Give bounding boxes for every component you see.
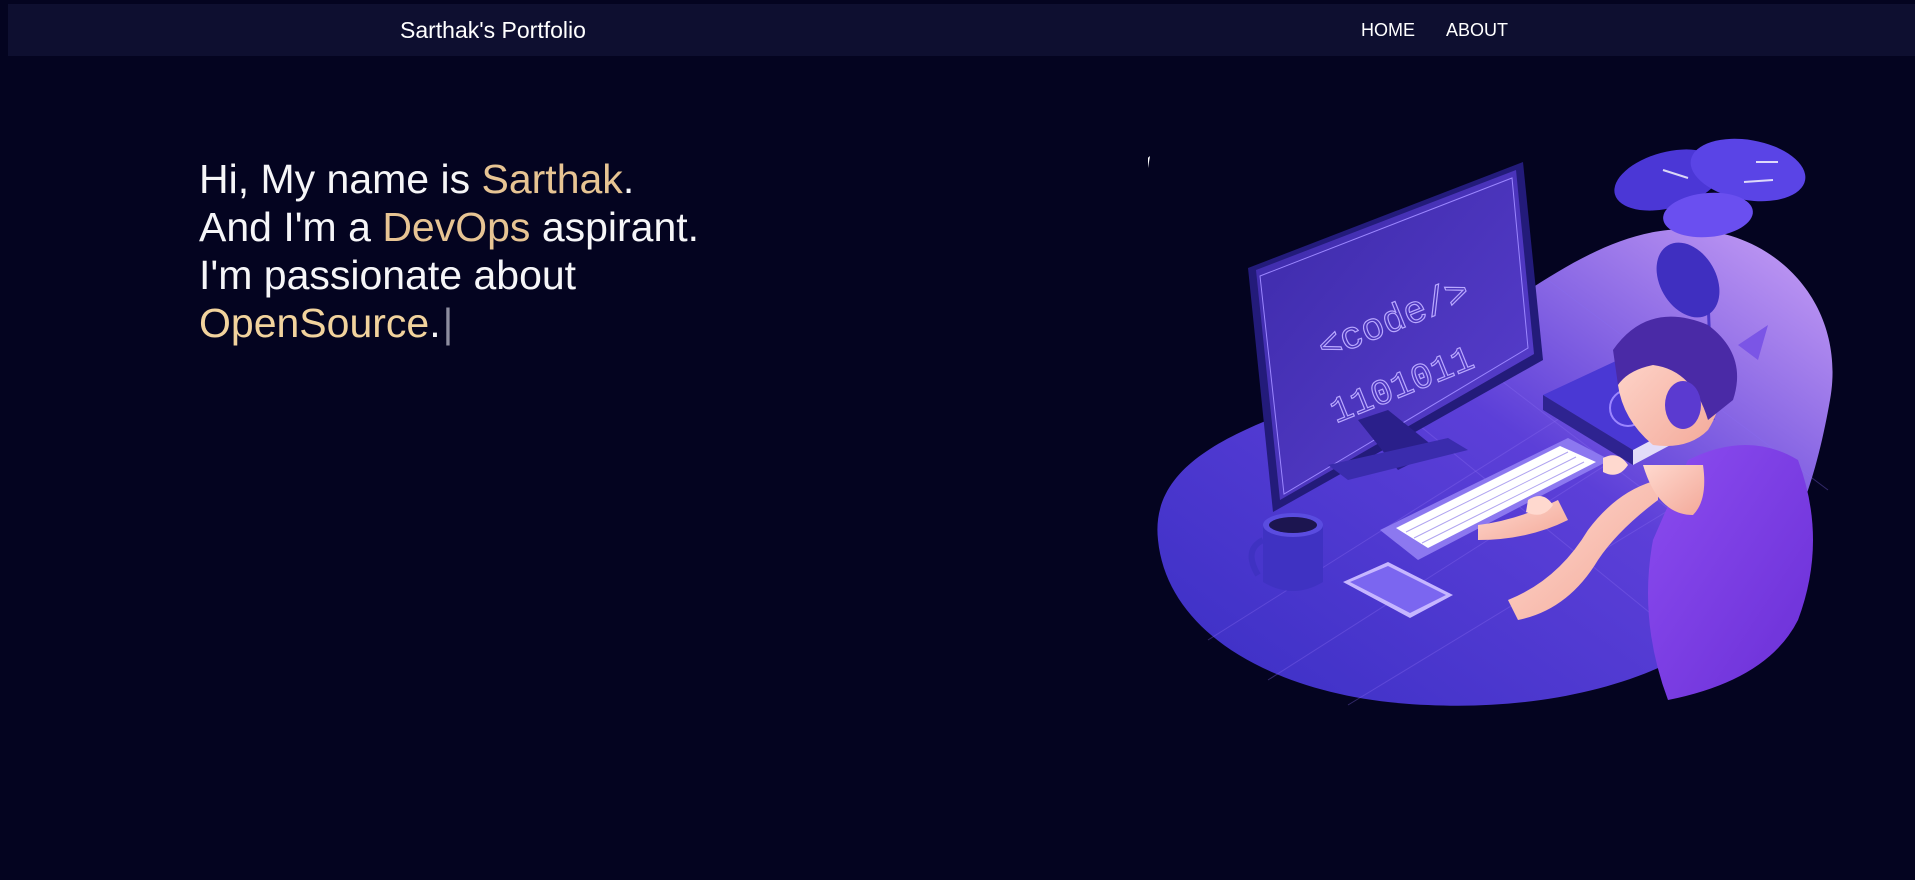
typing-cursor: | bbox=[442, 300, 454, 346]
brand-title[interactable]: Sarthak's Portfolio bbox=[400, 4, 586, 56]
intro-line-1: Hi, My name is Sarthak. bbox=[199, 155, 699, 203]
intro-line-2: And I'm a DevOps aspirant. bbox=[199, 203, 699, 251]
intro-text-fragment: And I'm a bbox=[199, 204, 383, 250]
intro-text-fragment: . bbox=[622, 156, 635, 202]
highlight-role: DevOps bbox=[382, 204, 531, 250]
intro-line-3: I'm passionate about bbox=[199, 252, 577, 298]
highlight-name: Sarthak bbox=[481, 156, 623, 202]
navbar: Sarthak's Portfolio HOME ABOUT bbox=[8, 4, 1915, 56]
sparkle-icon bbox=[1148, 156, 1150, 168]
developer-illustration: <code/> 1101011 bbox=[1148, 138, 1833, 706]
intro-text-fragment: . bbox=[429, 300, 441, 346]
intro-text-fragment: aspirant. bbox=[530, 204, 700, 250]
nav-links: HOME ABOUT bbox=[1361, 4, 1508, 56]
nav-link-about[interactable]: ABOUT bbox=[1446, 20, 1508, 41]
intro-text: Hi, My name is Sarthak. And I'm a DevOps… bbox=[199, 155, 699, 347]
intro-text-fragment: Hi, My name is bbox=[199, 156, 482, 202]
highlight-opensource: OpenSource bbox=[199, 300, 430, 346]
intro-line-4: OpenSource.| bbox=[199, 299, 699, 347]
nav-link-home[interactable]: HOME bbox=[1361, 20, 1415, 41]
